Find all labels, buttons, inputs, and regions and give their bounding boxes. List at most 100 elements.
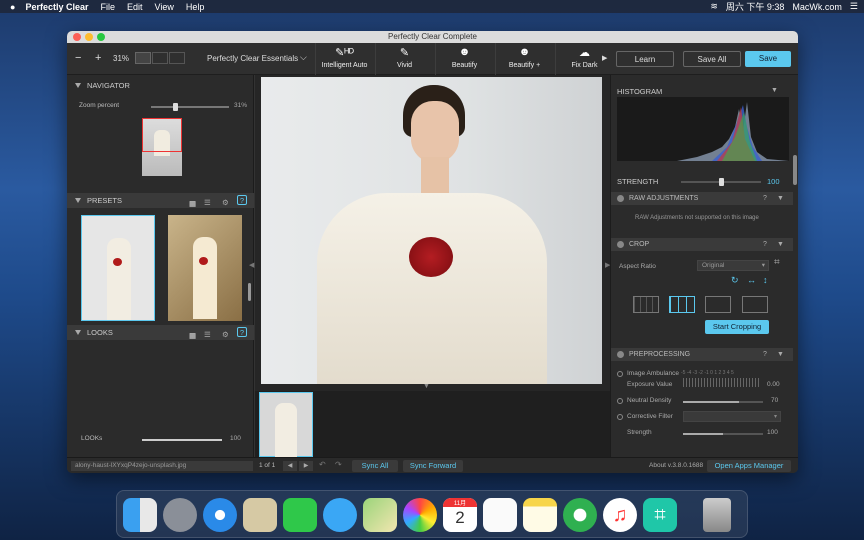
crop-grid-thirds[interactable] xyxy=(633,296,659,313)
menu-view[interactable]: View xyxy=(155,2,174,12)
grid-view-icon[interactable]: ▦ xyxy=(189,328,196,343)
preset-selector[interactable]: Perfectly Clear Essentials xyxy=(207,54,298,63)
preset-thumb-1[interactable] xyxy=(81,215,155,321)
mail-icon[interactable] xyxy=(243,498,277,532)
help-icon[interactable]: ? xyxy=(237,195,247,205)
looks-header[interactable]: LOOKS ▦ ☰ ⚙ ? xyxy=(67,325,254,340)
menu-file[interactable]: File xyxy=(100,2,115,12)
toggle-icon[interactable] xyxy=(617,195,624,202)
learn-button[interactable]: Learn xyxy=(616,51,674,67)
flip-horizontal-icon[interactable]: ↔ xyxy=(747,275,756,285)
menu-list-icon[interactable]: ☰ xyxy=(850,1,858,12)
sync-forward-button[interactable]: Sync Forward xyxy=(403,460,463,472)
aspect-ratio-select[interactable]: Original ▾ xyxy=(697,260,769,271)
help-icon[interactable]: ? xyxy=(237,327,247,337)
save-button[interactable]: Save xyxy=(745,51,791,67)
zoom-in-button[interactable]: + xyxy=(95,52,101,64)
zoom-slider[interactable] xyxy=(151,103,229,111)
zoom-out-button[interactable]: − xyxy=(75,52,81,64)
facetime-icon[interactable] xyxy=(283,498,317,532)
crop-grid-golden[interactable] xyxy=(705,296,731,313)
looks-slider[interactable] xyxy=(142,439,222,441)
collapse-icon[interactable] xyxy=(75,198,81,203)
collapse-icon[interactable]: ▼ xyxy=(777,192,784,205)
sync-all-button[interactable]: Sync All xyxy=(352,460,398,472)
messages-icon[interactable] xyxy=(323,498,357,532)
presets-header[interactable]: PRESETS ▦ ☰ ⚙ ? xyxy=(67,193,254,208)
navigator-thumbnail[interactable] xyxy=(142,118,182,176)
navigator-header[interactable]: NAVIGATOR xyxy=(67,78,254,93)
filename-field[interactable]: alony-haust-lXYxqP4zejo-unsplash.jpg xyxy=(71,461,253,471)
navigator-viewport[interactable] xyxy=(142,118,182,152)
photos-icon[interactable] xyxy=(403,498,437,532)
collapse-icon[interactable] xyxy=(75,83,81,88)
save-all-button[interactable]: Save All xyxy=(683,51,741,67)
collapse-icon[interactable]: ▼ xyxy=(777,348,784,361)
crop-grid-diagonal[interactable] xyxy=(742,296,768,313)
close-button[interactable] xyxy=(73,33,81,41)
crop-icon[interactable]: ⌗ xyxy=(774,257,780,268)
finder-icon[interactable] xyxy=(123,498,157,532)
zoom-slider-knob[interactable] xyxy=(173,103,179,111)
music-icon[interactable]: ♫ xyxy=(603,498,637,532)
trash-icon[interactable] xyxy=(703,498,731,532)
app-icon[interactable] xyxy=(563,498,597,532)
grid-view-icon[interactable]: ▦ xyxy=(189,196,196,211)
collapse-icon[interactable] xyxy=(75,330,81,335)
next-image-icon[interactable]: ▶ xyxy=(299,461,313,471)
corrective-filter-checkbox[interactable] xyxy=(617,414,623,420)
list-view-icon[interactable]: ☰ xyxy=(204,195,211,210)
redo-icon[interactable]: ↷ xyxy=(335,460,342,469)
wifi-icon[interactable]: ≋ xyxy=(710,1,718,12)
tool-vivid[interactable]: ✎ Vivid xyxy=(375,43,433,75)
filmstrip-thumb[interactable] xyxy=(259,392,313,458)
flip-vertical-icon[interactable]: ↕ xyxy=(763,275,768,285)
calendar-icon[interactable]: 11月 2 xyxy=(443,498,477,532)
single-view-icon[interactable] xyxy=(135,52,151,64)
raw-adjustments-header[interactable]: RAW ADJUSTMENTS? ▼ xyxy=(611,192,793,205)
tool-intelligent-auto[interactable]: ✎ᴴᴰ Intelligent Auto xyxy=(315,43,373,75)
main-image[interactable] xyxy=(261,77,602,384)
menu-help[interactable]: Help xyxy=(186,2,205,12)
collapse-icon[interactable]: ▼ xyxy=(777,238,784,251)
version-label[interactable]: About v.3.8.0.1688 xyxy=(649,462,703,469)
clock[interactable]: 周六 下午 9:38 xyxy=(726,0,785,13)
strength-slider[interactable] xyxy=(681,178,761,186)
menu-edit[interactable]: Edit xyxy=(127,2,143,12)
gear-icon[interactable]: ⚙ xyxy=(222,327,229,342)
split-view-icon[interactable] xyxy=(152,52,168,64)
launchpad-icon[interactable] xyxy=(163,498,197,532)
crop-grid-selected[interactable] xyxy=(669,296,695,313)
histogram-menu-icon[interactable]: ▼ xyxy=(771,87,778,94)
app-menu[interactable]: Perfectly Clear xyxy=(25,2,88,12)
chevron-down-icon[interactable]: ⌵ xyxy=(300,52,307,63)
right-panel-scrollbar[interactable] xyxy=(793,155,797,185)
minimize-button[interactable] xyxy=(85,33,93,41)
notes-icon[interactable] xyxy=(523,498,557,532)
apple-icon[interactable]: ● xyxy=(10,2,15,12)
help-icon[interactable]: ? xyxy=(763,192,767,205)
safari-icon[interactable] xyxy=(203,498,237,532)
reminders-icon[interactable] xyxy=(483,498,517,532)
preprocessing-header[interactable]: PREPROCESSING? ▼ xyxy=(611,348,793,361)
help-icon[interactable]: ? xyxy=(763,238,767,251)
preset-thumb-2[interactable] xyxy=(168,215,242,321)
side-by-side-icon[interactable] xyxy=(169,52,185,64)
pre-strength-slider[interactable] xyxy=(683,433,763,435)
neutral-density-checkbox[interactable] xyxy=(617,398,623,404)
corrective-filter-select[interactable]: ▾ xyxy=(683,411,781,422)
start-cropping-button[interactable]: Start Cropping xyxy=(705,320,769,334)
undo-icon[interactable]: ↶ xyxy=(319,460,326,469)
exposure-slider[interactable] xyxy=(683,378,761,387)
crop-header[interactable]: CROP? ▼ xyxy=(611,238,793,251)
rotate-icon[interactable]: ↻ xyxy=(731,275,739,286)
toggle-icon[interactable] xyxy=(617,241,624,248)
image-ambulance-checkbox[interactable] xyxy=(617,371,623,377)
strength-slider-knob[interactable] xyxy=(719,178,724,186)
presets-scrollbar[interactable] xyxy=(248,283,251,301)
tools-next-arrow-icon[interactable]: ▶ xyxy=(602,54,607,62)
tool-beautify-plus[interactable]: ☻ Beautify + xyxy=(495,43,553,75)
help-icon[interactable]: ? xyxy=(763,348,767,361)
filmstrip-toggle-icon[interactable]: ▼ xyxy=(423,383,430,390)
left-panel-toggle-icon[interactable]: ◀ xyxy=(249,261,254,269)
